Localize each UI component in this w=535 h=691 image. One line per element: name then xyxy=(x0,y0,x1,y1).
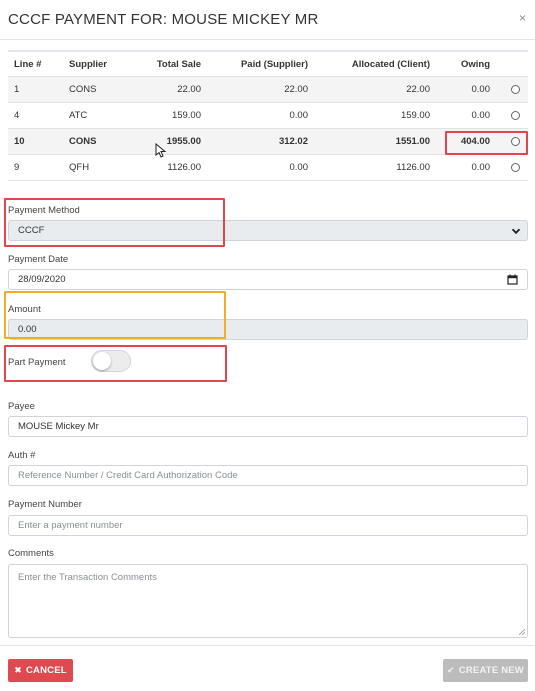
toggle-knob xyxy=(93,352,111,370)
payment-method-label: Payment Method xyxy=(8,205,80,216)
comments-placeholder: Enter the Transaction Comments xyxy=(18,572,157,583)
cell-total-sale: 22.00 xyxy=(177,84,201,95)
cancel-button[interactable]: ✖ CANCEL xyxy=(8,659,73,682)
header-allocated-client: Allocated (Client) xyxy=(351,58,430,70)
times-icon: ✖ xyxy=(14,665,22,675)
row-select-radio[interactable] xyxy=(511,129,520,154)
payee-input[interactable]: MOUSE Mickey Mr xyxy=(8,416,528,437)
cell-supplier: CONS xyxy=(69,84,97,95)
modal-header: CCCF PAYMENT FOR: MOUSE MICKEY MR × xyxy=(0,0,535,40)
table-row[interactable]: 10 CONS 1955.00 312.02 1551.00 404.00 xyxy=(8,129,528,155)
cell-owing: 404.00 xyxy=(460,136,490,147)
cell-line: 1 xyxy=(14,84,20,95)
amount-value: 0.00 xyxy=(18,324,37,335)
calendar-icon[interactable] xyxy=(507,274,518,285)
cell-supplier: CONS xyxy=(69,136,97,147)
payment-method-select[interactable]: CCCF xyxy=(8,220,528,241)
cell-allocated: 1126.00 xyxy=(396,162,430,173)
check-icon: ✔ xyxy=(447,665,455,675)
create-label: CREATE NEW xyxy=(458,665,524,676)
cell-paid: 22.00 xyxy=(284,84,308,95)
payment-number-label: Payment Number xyxy=(8,499,82,510)
table-header-row: Line # Supplier Total Sale Paid (Supplie… xyxy=(8,50,528,77)
resize-handle-icon[interactable] xyxy=(519,629,525,635)
header-paid-supplier: Paid (Supplier) xyxy=(240,58,308,70)
cell-paid: 312.02 xyxy=(278,136,308,147)
cell-line: 9 xyxy=(14,162,20,173)
payment-number-input[interactable]: Enter a payment number xyxy=(8,515,528,536)
table-row[interactable]: 1 CONS 22.00 22.00 22.00 0.00 xyxy=(8,77,528,103)
part-payment-label: Part Payment xyxy=(8,357,66,368)
cell-owing: 0.00 xyxy=(471,84,491,95)
amount-input[interactable]: 0.00 xyxy=(8,319,528,340)
row-select-radio[interactable] xyxy=(511,103,520,128)
payment-lines-table: Line # Supplier Total Sale Paid (Supplie… xyxy=(8,50,528,181)
cell-paid: 0.00 xyxy=(289,162,309,173)
payment-method-value: CCCF xyxy=(18,225,45,236)
payment-date-value: 28/09/2020 xyxy=(18,274,66,285)
cell-paid: 0.00 xyxy=(289,110,309,121)
part-payment-toggle[interactable] xyxy=(91,350,131,372)
row-select-radio[interactable] xyxy=(511,77,520,102)
cell-allocated: 22.00 xyxy=(406,84,430,95)
payee-value: MOUSE Mickey Mr xyxy=(18,421,99,432)
cell-owing: 0.00 xyxy=(471,162,491,173)
cell-total-sale: 159.00 xyxy=(171,110,201,121)
payment-date-input[interactable]: 28/09/2020 xyxy=(8,269,528,290)
cell-allocated: 159.00 xyxy=(400,110,430,121)
cell-allocated: 1551.00 xyxy=(395,136,430,147)
cell-supplier: QFH xyxy=(69,162,90,173)
table-row[interactable]: 9 QFH 1126.00 0.00 1126.00 0.00 xyxy=(8,155,528,181)
chevron-down-icon xyxy=(511,228,521,235)
payment-number-placeholder: Enter a payment number xyxy=(18,520,123,531)
comments-label: Comments xyxy=(8,548,54,559)
table-row[interactable]: 4 ATC 159.00 0.00 159.00 0.00 xyxy=(8,103,528,129)
payee-label: Payee xyxy=(8,401,35,412)
header-supplier: Supplier xyxy=(69,58,108,70)
cell-owing: 0.00 xyxy=(471,110,491,121)
mouse-cursor-icon xyxy=(155,143,167,158)
cell-total-sale: 1955.00 xyxy=(166,136,201,147)
cell-line: 4 xyxy=(14,110,20,121)
comments-textarea[interactable]: Enter the Transaction Comments xyxy=(8,564,528,638)
header-total-sale: Total Sale xyxy=(156,58,201,70)
auth-input[interactable]: Reference Number / Credit Card Authoriza… xyxy=(8,465,528,486)
header-owing: Owing xyxy=(460,58,490,70)
auth-label: Auth # xyxy=(8,450,36,461)
amount-label: Amount xyxy=(8,304,41,315)
payment-date-label: Payment Date xyxy=(8,254,69,265)
cancel-label: CANCEL xyxy=(25,665,67,676)
cell-line: 10 xyxy=(14,136,25,147)
footer-divider xyxy=(0,645,535,646)
auth-placeholder: Reference Number / Credit Card Authoriza… xyxy=(18,470,238,481)
row-select-radio[interactable] xyxy=(511,155,520,180)
create-new-button[interactable]: ✔ CREATE NEW xyxy=(443,659,528,682)
header-line: Line # xyxy=(14,58,42,70)
cell-total-sale: 1126.00 xyxy=(167,162,201,173)
modal-title: CCCF PAYMENT FOR: MOUSE MICKEY MR xyxy=(8,11,319,28)
cell-supplier: ATC xyxy=(69,110,88,121)
close-icon[interactable]: × xyxy=(519,11,526,25)
